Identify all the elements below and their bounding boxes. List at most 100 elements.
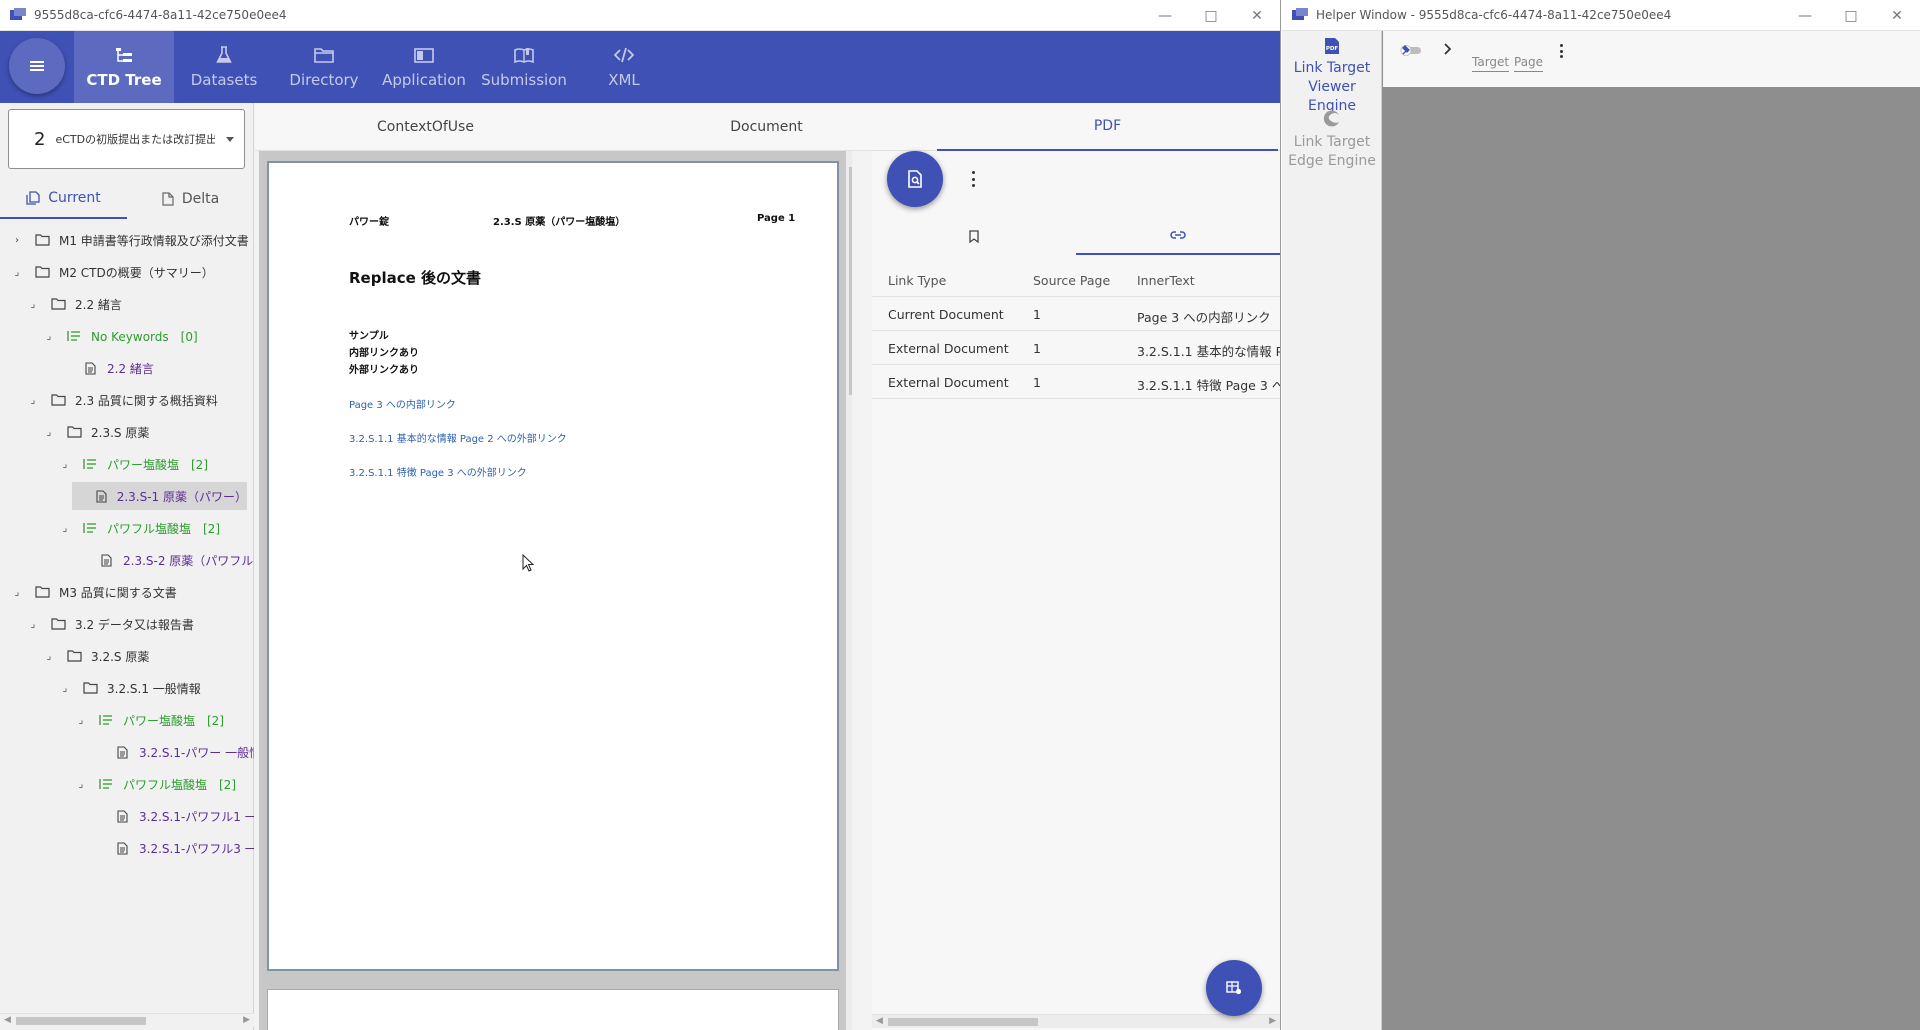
minimize-button[interactable]: — <box>1142 0 1188 31</box>
expand-toggle-icon[interactable]: ⌟ <box>28 395 38 406</box>
column-header[interactable]: Link Type <box>888 273 1018 288</box>
expand-toggle-icon[interactable]: ⌟ <box>28 299 38 310</box>
column-header[interactable]: Source Page <box>1033 273 1123 288</box>
list-icon <box>98 777 114 791</box>
close-button[interactable]: ✕ <box>1234 0 1280 31</box>
chevron-right-icon[interactable]: › <box>12 235 22 246</box>
app-logo-icon <box>10 8 26 22</box>
engine-edge[interactable]: Link Target Edge Engine <box>1282 109 1382 171</box>
pin-toggle[interactable] <box>1397 43 1423 57</box>
more-vert-icon[interactable] <box>1559 44 1563 58</box>
tree-node[interactable]: ⌟ M2 CTDの概要（サマリー） <box>12 258 214 286</box>
tab-document[interactable]: Document <box>596 103 937 151</box>
expand-toggle-icon[interactable]: ⌟ <box>60 459 70 470</box>
close-button[interactable]: ✕ <box>1874 0 1920 31</box>
preview-button[interactable] <box>887 151 943 207</box>
tree-node[interactable]: ⌟ 3.2.S 原薬 <box>44 642 150 670</box>
page-field[interactable]: Page <box>1514 55 1544 72</box>
expand-toggle-icon[interactable]: ⌟ <box>44 651 54 662</box>
expand-toggle-icon[interactable]: ⌟ <box>12 587 22 598</box>
pdf-page-next <box>267 989 839 1030</box>
tree-node[interactable]: 2.3.S-2 原薬（パワフル） <box>76 546 254 574</box>
tab-links[interactable] <box>1076 217 1280 255</box>
maximize-button[interactable]: □ <box>1828 0 1874 31</box>
table-header: Link Type Source Page InnerText <box>872 261 1280 297</box>
column-header[interactable]: InnerText <box>1137 273 1280 288</box>
menu-button[interactable] <box>9 38 65 94</box>
current-delta-tabs: Current Delta <box>0 179 254 219</box>
more-vert-icon[interactable] <box>968 171 978 187</box>
pdf-vertical-scrollbar[interactable] <box>846 151 852 1030</box>
nav-tab-ctd-tree[interactable]: CTD Tree <box>74 31 174 103</box>
tree-node[interactable]: ⌟ パワフル塩酸塩 [2] <box>60 514 220 542</box>
tree-node-label: 2.3.S 原薬 <box>91 425 150 440</box>
tree-node[interactable]: ⌟ 2.3 品質に関する概括資料 <box>28 386 218 414</box>
edge-browser-icon <box>1323 110 1339 127</box>
tree-node[interactable]: 3.2.S.1-パワフル1 一般情報 <box>92 802 254 830</box>
folder-icon <box>34 265 50 279</box>
tab-pdf[interactable]: PDF <box>937 103 1278 151</box>
chevron-right-icon[interactable] <box>1443 43 1451 55</box>
tree-node[interactable]: ⌟ パワー塩酸塩 [2] <box>60 450 208 478</box>
tree-node-label: パワー塩酸塩 [2] <box>107 457 208 472</box>
nav-tab-xml[interactable]: XML <box>574 31 674 103</box>
svg-text:PDF: PDF <box>1326 46 1339 52</box>
link-table-horizontal-scrollbar[interactable]: ◀ ▶ <box>872 1014 1280 1028</box>
tree-node[interactable]: ⌟ 2.3.S 原薬 <box>44 418 150 446</box>
expand-toggle-icon[interactable]: ⌟ <box>60 683 70 694</box>
expand-toggle-icon[interactable]: ⌟ <box>60 523 70 534</box>
tree-node[interactable]: 2.2 緒言 <box>60 354 154 382</box>
nav-tab-submission[interactable]: Submission <box>474 31 574 103</box>
pdf-external-link[interactable]: 3.2.S.1.1 基本的な情報 Page 2 への外部リンク <box>349 430 567 445</box>
tree-node[interactable]: 2.3.S-1 原薬（パワー） <box>72 482 247 510</box>
chevron-down-icon <box>226 137 234 142</box>
maximize-button[interactable]: □ <box>1188 0 1234 31</box>
tree-node[interactable]: ⌟ 2.2 緒言 <box>28 290 122 318</box>
expand-toggle-icon[interactable]: ⌟ <box>12 267 22 278</box>
expand-toggle-icon[interactable]: ⌟ <box>76 779 86 790</box>
tree-node[interactable]: ⌟ 3.2 データ又は報告書 <box>28 610 194 638</box>
nav-tab-directory[interactable]: Directory <box>274 31 374 103</box>
engine-label: Link Target Viewer Engine <box>1293 60 1371 114</box>
table-row[interactable]: External Document 1 3.2.S.1.1 基本的な情報 Pag… <box>872 331 1280 365</box>
tree-node-label: パワフル塩酸塩 [2] <box>107 521 220 536</box>
target-field[interactable]: Target <box>1472 55 1510 72</box>
table-row[interactable]: Current Document 1 Page 3 への内部リンク <box>872 297 1280 331</box>
nav-tab-datasets[interactable]: Datasets <box>174 31 274 103</box>
table-settings-button[interactable] <box>1206 960 1262 1016</box>
tree-horizontal-scrollbar[interactable]: ◀ ▶ <box>0 1013 254 1027</box>
tab-bookmarks[interactable] <box>872 217 1076 255</box>
tree-node[interactable]: 3.2.S.1-パワフル3 一般情報 <box>92 834 254 862</box>
minimize-button[interactable]: — <box>1782 0 1828 31</box>
tree-node[interactable]: ⌟ No Keywords [0] <box>44 322 198 350</box>
link-type-cell: Current Document <box>888 307 1004 322</box>
source-page-cell: 1 <box>1033 375 1041 390</box>
pdf-external-link[interactable]: 3.2.S.1.1 特徴 Page 3 への外部リンク <box>349 464 527 479</box>
tree-node[interactable]: ⌟ パワー塩酸塩 [2] <box>76 706 224 734</box>
tree-node[interactable]: 3.2.S.1-パワー 一般情報 <box>92 738 254 766</box>
expand-toggle-icon[interactable]: ⌟ <box>76 715 86 726</box>
tab-context-of-use[interactable]: ContextOfUse <box>255 103 596 151</box>
tab-delta[interactable]: Delta <box>127 179 254 219</box>
document-icon <box>96 489 108 503</box>
navbar: CTD Tree Datasets Directory Application <box>0 31 1280 103</box>
tree-node[interactable]: › M1 申請書等行政情報及び添付文書 <box>12 226 249 254</box>
tree-node-label: パワー塩酸塩 [2] <box>123 713 224 728</box>
list-icon <box>98 713 114 727</box>
pdf-viewer[interactable]: パワー錠 2.3.S 原薬（パワー塩酸塩） Page 1 Replace 後の文… <box>259 151 852 1030</box>
expand-toggle-icon[interactable]: ⌟ <box>44 427 54 438</box>
expand-toggle-icon[interactable]: ⌟ <box>28 619 38 630</box>
pdf-internal-link[interactable]: Page 3 への内部リンク <box>349 396 456 411</box>
expand-toggle-icon[interactable]: ⌟ <box>44 331 54 342</box>
tree-node[interactable]: ⌟ M3 品質に関する文書 <box>12 578 177 606</box>
engine-viewer[interactable]: PDF Link Target Viewer Engine <box>1282 37 1382 116</box>
nav-tab-application[interactable]: Application <box>374 31 474 103</box>
tree-node[interactable]: ⌟ 3.2.S.1 一般情報 <box>60 674 201 702</box>
table-row[interactable]: External Document 1 3.2.S.1.1 特徴 Page 3 … <box>872 365 1280 399</box>
tree-node-label: 2.3 品質に関する概括資料 <box>75 393 218 408</box>
tab-current[interactable]: Current <box>0 179 127 219</box>
pdf-text-line: 内部リンクあり <box>349 348 419 359</box>
tree-node-label: No Keywords [0] <box>91 329 198 344</box>
tree-node[interactable]: ⌟ パワフル塩酸塩 [2] <box>76 770 236 798</box>
submission-select[interactable]: 2 eCTDの初版提出または改訂提出 <box>8 109 245 169</box>
